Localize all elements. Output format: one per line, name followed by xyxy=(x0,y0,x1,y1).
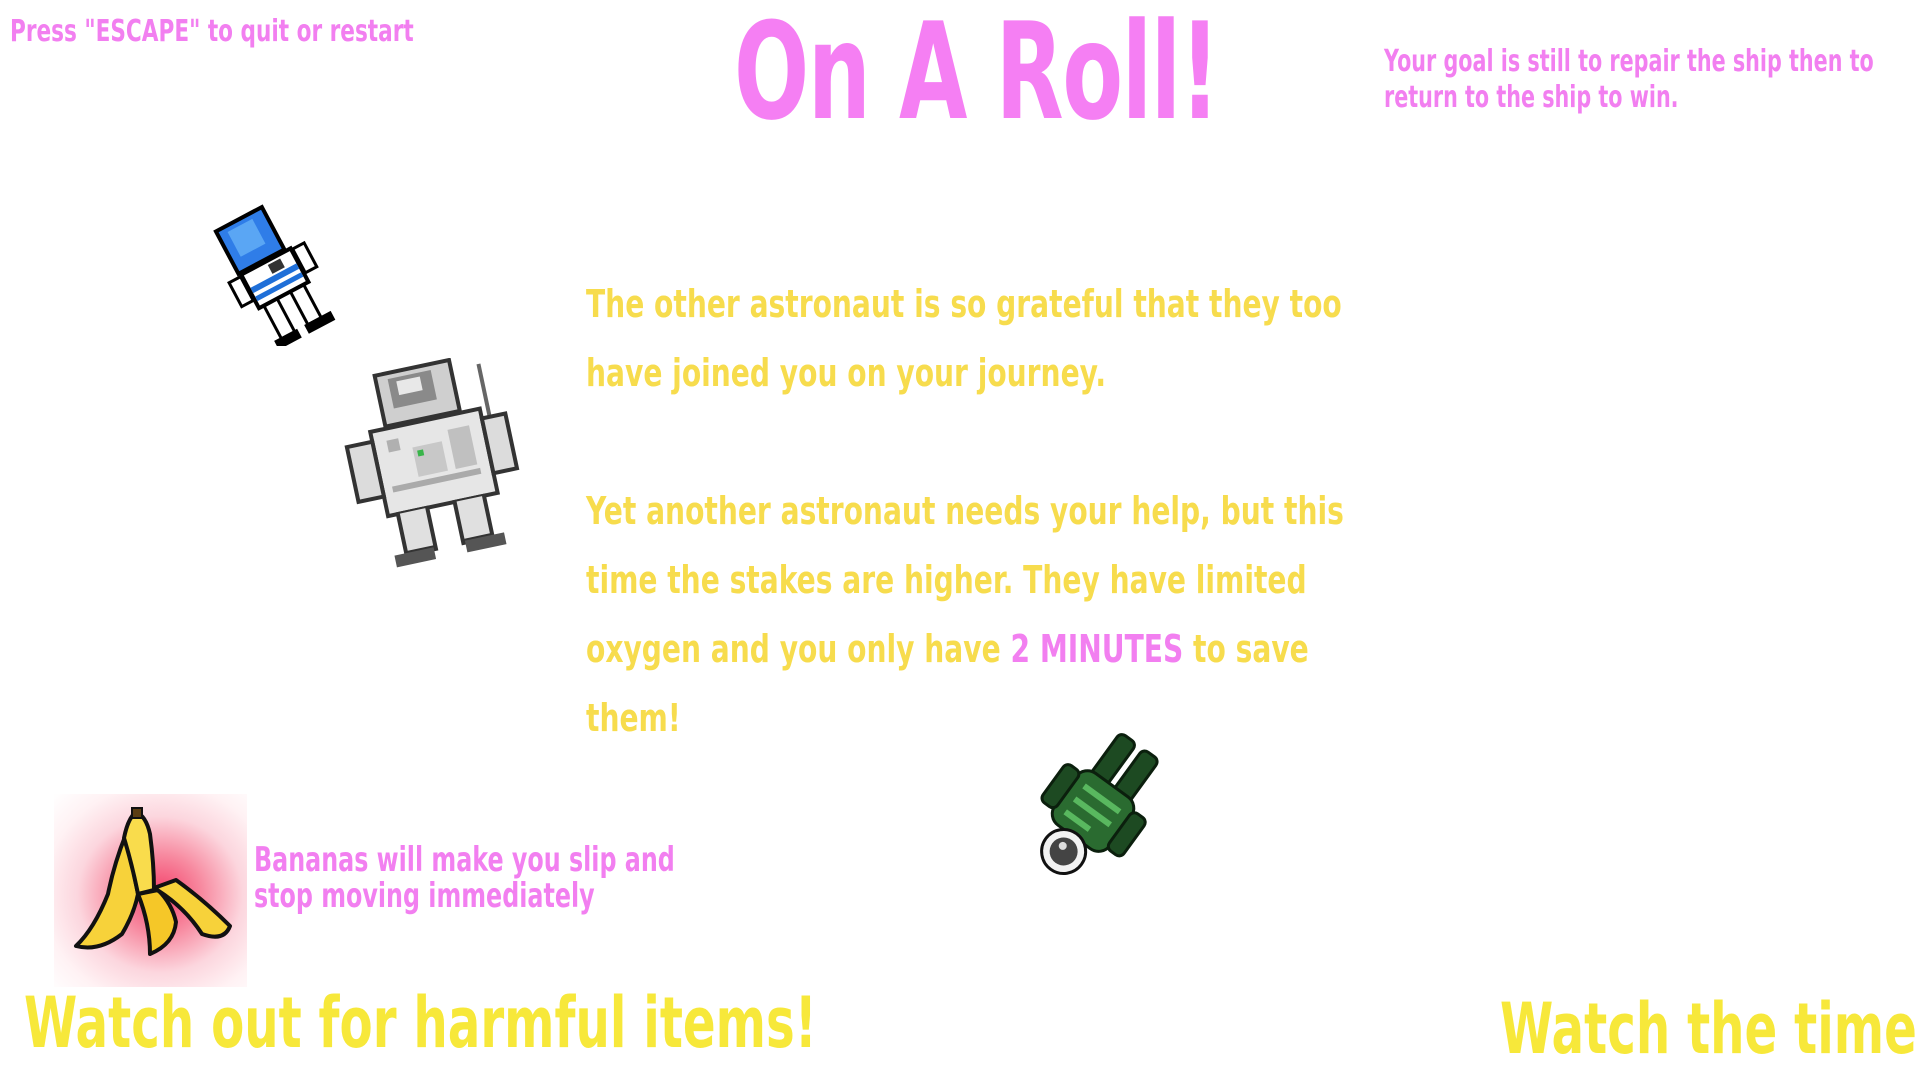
blue-astronaut-icon xyxy=(213,204,336,346)
story-paragraph-2: Yet another astronaut needs your help, b… xyxy=(586,477,1370,753)
banana-description: Bananas will make you slip and stop movi… xyxy=(254,840,675,916)
harmful-items-warning: Watch out for harmful items! xyxy=(24,982,817,1064)
green-astronaut-icon xyxy=(1040,733,1159,875)
banana-peel-icon xyxy=(74,807,232,956)
escape-hint: Press "ESCAPE" to quit or restart xyxy=(10,14,414,49)
level-title: On A Roll! xyxy=(734,0,1220,150)
story-paragraph-1: The other astronaut is so grateful that … xyxy=(586,282,1342,395)
banana-item-box xyxy=(54,794,247,987)
story-text: The other astronaut is so grateful that … xyxy=(586,270,1370,753)
white-astronaut-icon xyxy=(344,358,520,568)
time-limit-highlight: 2 MINUTES xyxy=(1010,627,1184,671)
goal-hint: Your goal is still to repair the ship th… xyxy=(1384,44,1874,115)
timer-warning: Watch the timer! xyxy=(1500,988,1920,1070)
